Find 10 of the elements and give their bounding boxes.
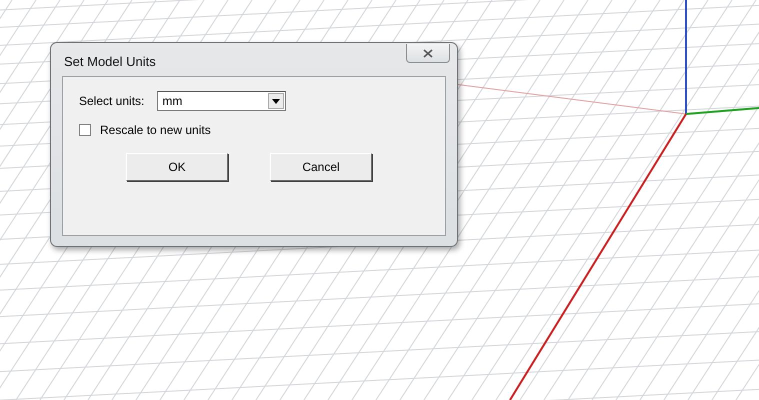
ok-button[interactable]: OK <box>126 153 228 181</box>
window-title: Set Model Units <box>64 54 156 69</box>
caret-icon <box>272 98 280 104</box>
cancel-button[interactable]: Cancel <box>270 153 372 181</box>
units-label: Select units: <box>79 94 144 108</box>
rescale-label: Rescale to new units <box>100 123 211 137</box>
close-button[interactable] <box>406 44 450 63</box>
close-icon <box>423 48 433 58</box>
rescale-checkbox[interactable] <box>79 124 91 136</box>
units-dropdown[interactable]: mm <box>157 91 286 111</box>
